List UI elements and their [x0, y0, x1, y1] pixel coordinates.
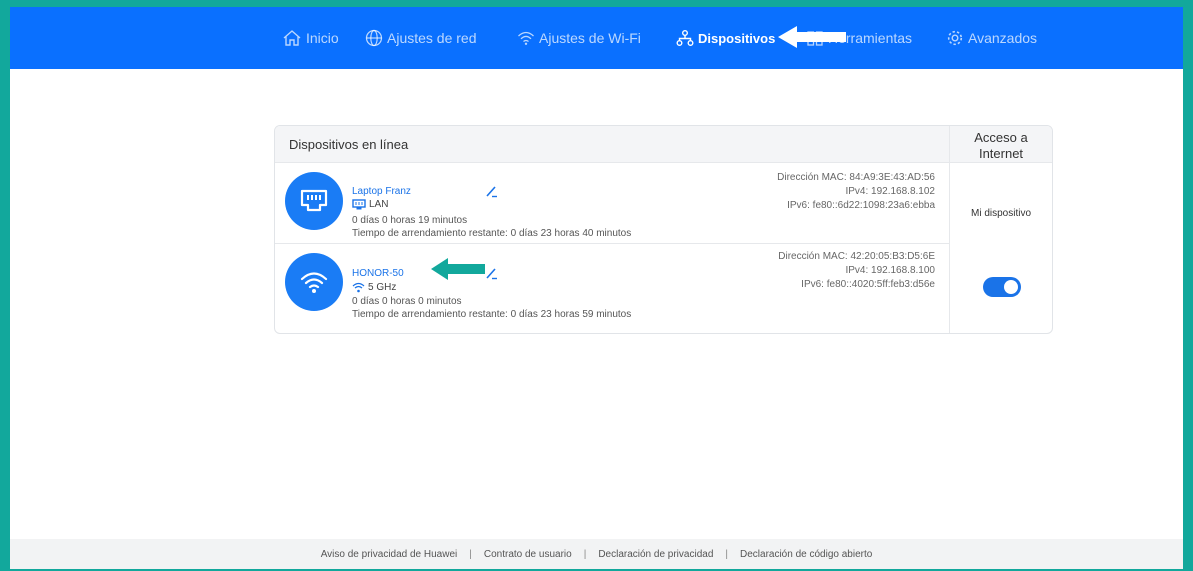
table-header: Dispositivos en línea Acceso a Internet [275, 126, 1052, 163]
device-avatar [285, 172, 343, 230]
globe-icon [365, 29, 383, 47]
device-uptime: 0 días 0 horas 19 minutos [352, 215, 468, 226]
edit-name-icon[interactable] [485, 184, 499, 198]
footer: Aviso de privacidad de Huawei | Contrato… [10, 539, 1183, 569]
device-name-link[interactable]: Laptop Franz [352, 186, 411, 197]
nav-item-ajustes-red[interactable]: Ajustes de red [365, 7, 477, 69]
footer-link-codigo-abierto[interactable]: Declaración de código abierto [740, 549, 872, 560]
footer-link-declaracion-privacidad[interactable]: Declaración de privacidad [598, 549, 713, 560]
device-uptime: 0 días 0 horas 0 minutos [352, 296, 462, 307]
internet-access-header: Acceso a Internet [974, 130, 1028, 161]
annotation-arrow-white [778, 26, 846, 48]
table-row: Laptop Franz LAN 0 días 0 horas 19 minut… [275, 163, 949, 244]
ethernet-icon [300, 189, 328, 212]
top-nav-bar: Inicio Ajustes de red Ajustes de Wi-Fi D… [10, 7, 1183, 69]
footer-link-aviso-privacidad[interactable]: Aviso de privacidad de Huawei [321, 549, 458, 560]
footer-link-contrato[interactable]: Contrato de usuario [484, 549, 572, 560]
nav-item-ajustes-wifi[interactable]: Ajustes de Wi-Fi [517, 7, 641, 69]
online-devices-card: Dispositivos en línea Acceso a Internet … [274, 125, 1053, 334]
home-icon [283, 30, 301, 46]
footer-separator: | [583, 548, 587, 560]
device-addresses: Dirección MAC: 42:20:05:B3:D5:6E IPv4: 1… [778, 251, 935, 290]
device-addresses: Dirección MAC: 84:A9:3E:43:AD:56 IPv4: 1… [777, 172, 935, 211]
nav-item-inicio[interactable]: Inicio [282, 7, 339, 69]
connection-type: LAN [352, 199, 388, 210]
wifi-icon [518, 31, 534, 45]
footer-separator: | [469, 548, 472, 560]
device-name-link[interactable]: HONOR-50 [352, 268, 404, 279]
connection-type: 5 GHz [352, 282, 396, 293]
my-device-label: Mi dispositivo [970, 208, 1032, 219]
ethernet-small-icon [352, 199, 366, 210]
router-admin-page: Inicio Ajustes de red Ajustes de Wi-Fi D… [10, 7, 1183, 569]
device-avatar [285, 253, 343, 311]
nav-item-avanzados[interactable]: Avanzados [946, 7, 1037, 69]
toggle-knob [1004, 280, 1018, 294]
nav-item-dispositivos[interactable]: Dispositivos [676, 7, 775, 69]
devices-icon [676, 30, 694, 46]
internet-access-toggle[interactable] [983, 277, 1021, 297]
wifi-small-icon [352, 282, 365, 293]
gear-icon [947, 30, 963, 46]
device-lease: Tiempo de arrendamiento restante: 0 días… [352, 309, 632, 320]
device-lease: Tiempo de arrendamiento restante: 0 días… [352, 228, 632, 239]
annotation-arrow-teal [431, 258, 485, 280]
table-title: Dispositivos en línea [289, 137, 409, 152]
column-divider [949, 126, 950, 333]
wifi-icon [300, 272, 328, 293]
footer-separator: | [725, 548, 728, 560]
table-row: HONOR-50 5 GHz 0 días 0 horas 0 minutos … [275, 244, 949, 324]
